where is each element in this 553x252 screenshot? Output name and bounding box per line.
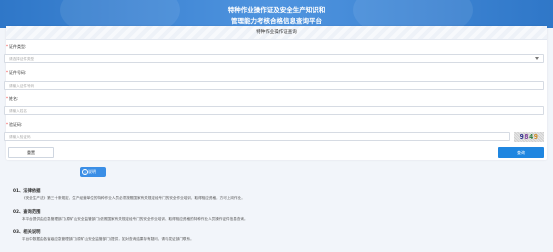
required-mark: * [6,44,8,49]
note-text-remarks: 平台中数据由各省级应急管理部门(原矿山安全监管部门)提供，如对查询结果存有疑问，… [22,237,194,241]
captcha-label-text: 验证码: [9,122,23,127]
cert-number-label: *证件号码: [6,70,26,76]
captcha-placeholder: 请输入验证码 [9,135,31,139]
site-title-line2: 管理能力考核合格信息查询平台 [231,17,322,25]
captcha-image[interactable]: 9849 [514,132,544,142]
form-title: 特种作业操作证查询 [6,26,547,40]
notes-toggle-label: 说明 [88,169,96,174]
required-mark: * [6,96,8,101]
note-text-scope: 本平台提供由应急管理部门(原矿山安全监管部门)依照国家有关规定经专门的安全作业培… [22,217,248,221]
chevron-down-icon [535,57,539,60]
note-heading-remarks: 03、相关说明 [13,230,41,235]
cert-number-input[interactable]: 请输入证件号码 [4,81,544,90]
captcha-digit: 9 [533,133,539,141]
captcha-label: *验证码: [6,122,22,128]
name-input[interactable]: 请输入姓名 [4,106,544,115]
captcha-input[interactable]: 请输入验证码 [4,132,510,141]
cert-number-label-text: 证件号码: [9,70,27,75]
cert-type-select[interactable]: 请选择证件类型 [4,54,544,63]
required-mark: * [6,70,8,75]
cert-type-label-text: 证件类型: [9,44,27,49]
site-title-line1: 特种作业操作证及安全生产知识和 [227,6,326,14]
name-label: *姓名: [6,96,18,102]
note-text-legal: 《安全生产法》第三十条规定，生产经营单位的特种作业人员必须按照国家有关规定经专门… [22,196,245,200]
query-button[interactable]: 查询 [498,147,544,158]
note-heading-legal: 01、法律依据 [13,189,41,194]
name-label-text: 姓名: [9,96,19,101]
name-placeholder: 请输入姓名 [9,109,27,113]
cert-type-label: *证件类型: [6,44,26,50]
notes-toggle-button[interactable]: i 说明 [80,167,106,177]
info-icon: i [82,169,88,175]
note-heading-scope: 02、查询范围 [13,210,41,215]
cert-number-placeholder: 请输入证件号码 [9,84,35,88]
captcha-code: 9849 [520,133,539,141]
cert-type-placeholder: 请选择证件类型 [9,57,35,61]
reset-button[interactable]: 重置 [8,147,54,158]
required-mark: * [6,122,8,127]
site-header: 特种作业操作证及安全生产知识和 管理能力考核合格信息查询平台 [0,0,553,28]
